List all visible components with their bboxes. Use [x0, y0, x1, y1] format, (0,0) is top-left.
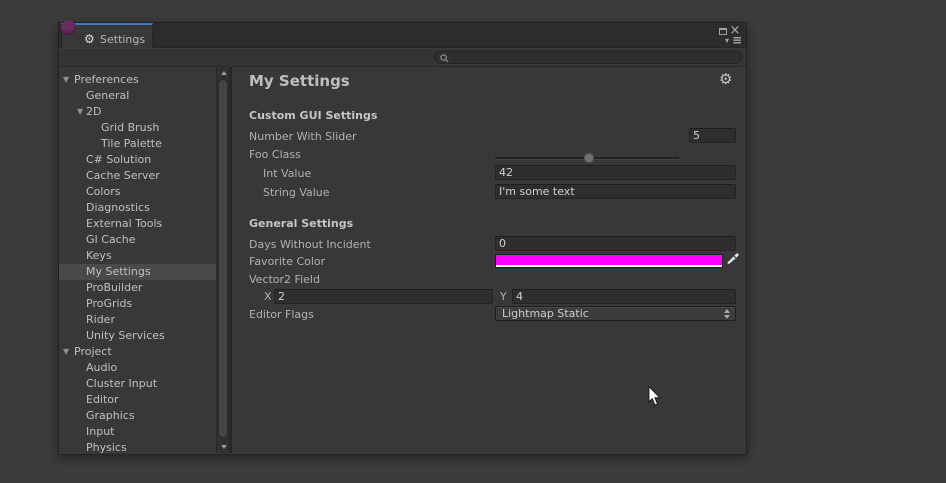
- eyedropper-icon[interactable]: [726, 251, 739, 264]
- search-field[interactable]: [434, 51, 742, 64]
- editor-flags-label: Editor Flags: [249, 307, 314, 322]
- expander-icon[interactable]: ▼: [63, 347, 69, 357]
- sidebar-item-colors[interactable]: Colors: [59, 184, 216, 200]
- expander-icon[interactable]: ▼: [77, 107, 83, 117]
- sidebar-item-label: Cluster Input: [86, 377, 157, 391]
- days-field[interactable]: [495, 236, 736, 251]
- expander-icon[interactable]: ▼: [63, 75, 69, 85]
- vector2-label: Vector2 Field: [249, 272, 320, 287]
- int-value-label: Int Value: [263, 166, 311, 181]
- window-badge-icon: [61, 20, 76, 35]
- sidebar-item-label: Diagnostics: [86, 201, 150, 215]
- sidebar-item-label: Keys: [86, 249, 112, 263]
- search-icon: [440, 54, 449, 63]
- sidebar-item-label: Cache Server: [86, 169, 160, 183]
- sidebar-item-editor[interactable]: Editor: [59, 392, 216, 408]
- sidebar-item-general[interactable]: General: [59, 88, 216, 104]
- sidebar-item-label: Editor: [86, 393, 119, 407]
- toolbar: [59, 48, 746, 67]
- sidebar-item-label: Audio: [86, 361, 117, 375]
- int-value-field[interactable]: [495, 165, 736, 180]
- vector2-x-field[interactable]: [274, 289, 493, 304]
- tab-bar: ⚙ Settings × ▾ ≡: [59, 23, 746, 48]
- sidebar-item-label: ProGrids: [86, 297, 132, 311]
- sidebar-item-label: Input: [86, 425, 114, 439]
- sidebar-item-rider[interactable]: Rider: [59, 312, 216, 328]
- sidebar-item-unity-services[interactable]: Unity Services: [59, 328, 216, 344]
- main-panel: My Settings ⚙ Custom GUI Settings Number…: [232, 67, 745, 453]
- sidebar-item-label: Unity Services: [86, 329, 165, 343]
- hamburger-icon: ≡: [732, 33, 741, 47]
- foo-class-label: Foo Class: [249, 147, 301, 162]
- sidebar-item-audio[interactable]: Audio: [59, 360, 216, 376]
- section-heading-general: General Settings: [249, 217, 353, 230]
- sidebar-item-keys[interactable]: Keys: [59, 248, 216, 264]
- vector2-y-field[interactable]: [512, 289, 736, 304]
- search-input[interactable]: [452, 52, 736, 63]
- sidebar-item-label: ProBuilder: [86, 281, 142, 295]
- sidebar-item-grid-brush[interactable]: Grid Brush: [59, 120, 216, 136]
- sidebar-item-cache-server[interactable]: Cache Server: [59, 168, 216, 184]
- sidebar-item-label: Colors: [86, 185, 120, 199]
- sidebar-item-progrids[interactable]: ProGrids: [59, 296, 216, 312]
- scroll-down-icon[interactable]: [221, 445, 227, 449]
- settings-window: ⚙ Settings × ▾ ≡ ▼PreferencesGeneral▼2DG…: [58, 22, 747, 455]
- sidebar-item-label: Preferences: [74, 73, 139, 87]
- sidebar-item-label: External Tools: [86, 217, 162, 231]
- sidebar-item-preferences[interactable]: ▼ Preferences: [59, 72, 216, 88]
- sidebar: ▼PreferencesGeneral▼2DGrid BrushTile Pal…: [59, 67, 216, 453]
- sidebar-item-label: Graphics: [86, 409, 135, 423]
- gear-icon[interactable]: ⚙: [719, 70, 732, 88]
- string-value-field[interactable]: [495, 184, 736, 199]
- slider-label: Number With Slider: [249, 129, 357, 144]
- sidebar-item-cluster-input[interactable]: Cluster Input: [59, 376, 216, 392]
- dropdown-arrows-icon: [724, 309, 731, 319]
- sidebar-item-label: C# Solution: [86, 153, 151, 167]
- sidebar-item-my-settings[interactable]: My Settings: [59, 264, 216, 280]
- favorite-color-label: Favorite Color: [249, 254, 325, 269]
- sidebar-item-label: General: [86, 89, 129, 103]
- sidebar-item-label: Project: [74, 345, 112, 359]
- sidebar-item-2d[interactable]: ▼2D: [59, 104, 216, 120]
- sidebar-item-label: Physics: [86, 441, 127, 453]
- sidebar-item-probuilder[interactable]: ProBuilder: [59, 280, 216, 296]
- chevron-down-icon: ▾: [725, 36, 729, 45]
- mouse-cursor: [648, 386, 662, 407]
- number-slider[interactable]: [495, 157, 679, 159]
- sidebar-item-project[interactable]: ▼ Project: [59, 344, 216, 360]
- days-label: Days Without Incident: [249, 237, 371, 252]
- sidebar-scrollbar[interactable]: [216, 67, 230, 453]
- settings-tree: ▼PreferencesGeneral▼2DGrid BrushTile Pal…: [59, 72, 216, 453]
- tab-settings-label: Settings: [100, 33, 145, 46]
- sidebar-item-label: GI Cache: [86, 233, 135, 247]
- string-value-label: String Value: [263, 185, 330, 200]
- sidebar-item-label: Tile Palette: [101, 137, 162, 151]
- color-swatch[interactable]: [495, 254, 723, 268]
- sidebar-item-physics[interactable]: Physics: [59, 440, 216, 453]
- scroll-up-icon[interactable]: [221, 71, 227, 75]
- sidebar-item-label: 2D: [86, 105, 101, 119]
- editor-flags-value: Lightmap Static: [502, 307, 589, 320]
- slider-value-field[interactable]: [689, 128, 736, 143]
- y-axis-label: Y: [500, 289, 507, 304]
- page-title: My Settings: [249, 72, 350, 90]
- sidebar-item-label: My Settings: [86, 265, 151, 279]
- window-menu-icon[interactable]: ▾ ≡: [725, 34, 745, 47]
- editor-flags-dropdown[interactable]: Lightmap Static: [495, 306, 736, 321]
- color-swatch-fill: [496, 255, 722, 265]
- section-heading-custom: Custom GUI Settings: [249, 109, 377, 122]
- sidebar-item-tile-palette[interactable]: Tile Palette: [59, 136, 216, 152]
- settings-gear-icon: ⚙: [84, 32, 95, 46]
- sidebar-item-label: Rider: [86, 313, 115, 327]
- x-axis-label: X: [264, 289, 272, 304]
- sidebar-item-c-solution[interactable]: C# Solution: [59, 152, 216, 168]
- slider-thumb[interactable]: [584, 153, 594, 163]
- sidebar-item-input[interactable]: Input: [59, 424, 216, 440]
- sidebar-item-external-tools[interactable]: External Tools: [59, 216, 216, 232]
- sidebar-item-gi-cache[interactable]: GI Cache: [59, 232, 216, 248]
- scrollbar-thumb[interactable]: [218, 79, 228, 438]
- sidebar-item-graphics[interactable]: Graphics: [59, 408, 216, 424]
- sidebar-item-diagnostics[interactable]: Diagnostics: [59, 200, 216, 216]
- sidebar-item-label: Grid Brush: [101, 121, 159, 135]
